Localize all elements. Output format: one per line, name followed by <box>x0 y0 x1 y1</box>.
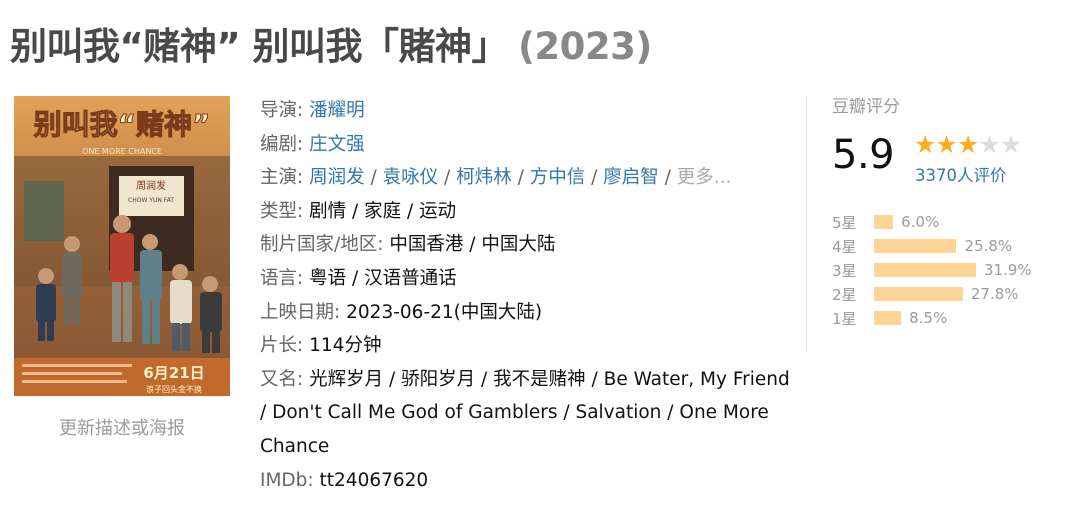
runtime-row: 片长: 114分钟 <box>260 329 790 363</box>
cast-link[interactable]: 廖启智 <box>603 167 659 188</box>
rating-bar-label: 3星 <box>832 261 857 280</box>
movie-title: 别叫我“赌神” 别叫我「賭神」 <box>10 25 509 68</box>
update-description-link[interactable]: 更新描述或海报 <box>14 414 230 440</box>
poster-title-text: 别叫我“赌神” <box>34 108 211 141</box>
aka-label: 又名 <box>260 368 298 390</box>
genre-row: 类型: 剧情 / 家庭 / 运动 <box>260 195 790 229</box>
star-icon: ★ <box>914 130 936 159</box>
imdb-value: tt24067620 <box>319 469 429 491</box>
language-row: 语言: 粤语 / 汉语普通话 <box>260 262 790 296</box>
region-row: 制片国家/地区: 中国香港 / 中国大陆 <box>260 228 790 262</box>
poster-date-text: 6月21日 <box>143 364 204 382</box>
aka-value: 光辉岁月 / 骄阳岁月 / 我不是赌神 / Be Water, My Frien… <box>260 368 790 457</box>
rating-bar-fill <box>874 287 963 301</box>
cast-link[interactable]: 方中信 <box>530 167 586 188</box>
star-icon: ★ <box>978 130 1000 159</box>
director-colon: : <box>297 100 310 121</box>
writer-link[interactable]: 庄文强 <box>309 134 365 155</box>
rating-panel: 豆瓣评分 5.9 ★★★★★ 3370人评价 5星 6.0% 4星 25.8% 3星 31… <box>832 92 1072 328</box>
region-label: 制片国家/地区 <box>260 234 378 256</box>
rating-label: 豆瓣评分 <box>832 97 900 117</box>
runtime-colon: : <box>297 335 310 357</box>
rating-bar-row: 5星 6.0% <box>832 210 1032 234</box>
poster-tagline-text: 浪子回头金不换 <box>146 384 202 394</box>
star-icon: ★ <box>999 130 1022 159</box>
release-row: 上映日期: 2023-06-21(中国大陆) <box>260 296 790 330</box>
language-value: 粤语 / 汉语普通话 <box>309 267 457 289</box>
imdb-row: IMDb: tt24067620 <box>260 464 790 498</box>
aka-colon: : <box>297 368 310 390</box>
rating-bar-row: 1星 8.5% <box>832 306 1032 330</box>
release-label: 上映日期 <box>260 301 335 323</box>
writer-row: 编剧: 庄文强 <box>260 128 790 162</box>
cast-link[interactable]: 周润发 <box>309 167 365 188</box>
imdb-label: IMDb <box>260 469 308 491</box>
poster-subtitle-text: ONE MORE CHANCE <box>82 147 162 156</box>
rating-bar-fill <box>874 239 957 253</box>
director-link[interactable]: 潘耀明 <box>309 100 365 121</box>
cast-separator: / <box>364 167 383 189</box>
rating-bar-label: 2星 <box>832 285 857 304</box>
region-colon: : <box>377 234 390 256</box>
rating-bar-label: 4星 <box>832 237 857 256</box>
cast-separator: / <box>438 167 457 189</box>
star-icon: ★ <box>956 130 979 159</box>
aka-row: 又名: 光辉岁月 / 骄阳岁月 / 我不是赌神 / Be Water, My F… <box>260 363 790 464</box>
vote-count-link[interactable]: 3370人评价 <box>915 162 1007 186</box>
section-divider <box>806 96 807 352</box>
language-colon: : <box>297 267 310 289</box>
rating-bar-percent: 27.8% <box>970 285 1019 303</box>
cast-link[interactable]: 袁咏仪 <box>383 167 439 188</box>
cast-more-link[interactable]: 更多... <box>677 167 732 188</box>
runtime-value: 114分钟 <box>309 335 382 357</box>
release-value: 2023-06-21(中国大陆) <box>346 301 543 323</box>
rating-score: 5.9 <box>832 132 895 178</box>
genre-value: 剧情 / 家庭 / 运动 <box>309 200 457 222</box>
rating-bar-row: 3星 31.9% <box>832 258 1032 282</box>
cast-row: 主演: 周润发 / 袁咏仪 / 柯炜林 / 方中信 / 廖启智 / 更多... <box>260 161 790 195</box>
writer-label: 编剧 <box>260 133 298 155</box>
cast-separator: / <box>511 167 530 189</box>
cast-label: 主演 <box>260 167 298 189</box>
cast-link[interactable]: 柯炜林 <box>456 167 512 188</box>
star-icon: ★ <box>935 130 957 159</box>
rating-bar-percent: 31.9% <box>984 261 1032 279</box>
rating-bar-label: 5星 <box>832 213 857 232</box>
poster-art: 周润发 CHOW YUN FAT 别叫我“赌神” ONE MORE CHANCE… <box>14 96 230 396</box>
rating-bar-row: 2星 27.8% <box>832 282 1032 306</box>
imdb-colon: : <box>307 469 320 491</box>
rating-bar-row: 4星 25.8% <box>832 234 1032 258</box>
page-title: 别叫我“赌神” 别叫我「賭神」 (2023) <box>10 16 652 70</box>
star-rating: ★★★★★ <box>914 130 1022 159</box>
cast-colon: : <box>297 167 310 189</box>
director-label: 导演 <box>260 100 298 121</box>
rating-bar-fill <box>874 215 894 229</box>
writer-colon: : <box>297 133 310 155</box>
genre-colon: : <box>297 200 310 222</box>
region-value: 中国香港 / 中国大陆 <box>389 234 556 256</box>
rating-bar-percent: 6.0% <box>901 213 940 231</box>
rating-bar-percent: 25.8% <box>964 237 1013 255</box>
rating-bar-percent: 8.5% <box>909 309 948 327</box>
rating-bar-fill <box>874 311 902 325</box>
poster-sign-cn-text: 周润发 <box>136 179 166 192</box>
movie-info: 导演: 潘耀明 编剧: 庄文强 主演: 周润发 / 袁咏仪 / 柯炜林 / 方中… <box>260 94 790 497</box>
runtime-label: 片长 <box>260 335 298 357</box>
rating-bar-label: 1星 <box>832 309 857 328</box>
cast-separator: / <box>658 167 677 189</box>
director-row: 导演: 潘耀明 <box>260 94 790 128</box>
rating-breakdown: 5星 6.0% 4星 25.8% 3星 31.9% 2星 27.8% 1星 8.5% <box>832 210 1032 330</box>
movie-poster[interactable]: 周润发 CHOW YUN FAT 别叫我“赌神” ONE MORE CHANCE… <box>14 96 230 396</box>
poster-sign-en-text: CHOW YUN FAT <box>128 197 174 204</box>
cast-separator: / <box>585 167 604 189</box>
movie-year: (2023) <box>518 25 652 68</box>
language-label: 语言 <box>260 267 298 289</box>
genre-label: 类型 <box>260 200 298 222</box>
rating-bar-fill <box>874 263 976 277</box>
release-colon: : <box>334 301 347 323</box>
